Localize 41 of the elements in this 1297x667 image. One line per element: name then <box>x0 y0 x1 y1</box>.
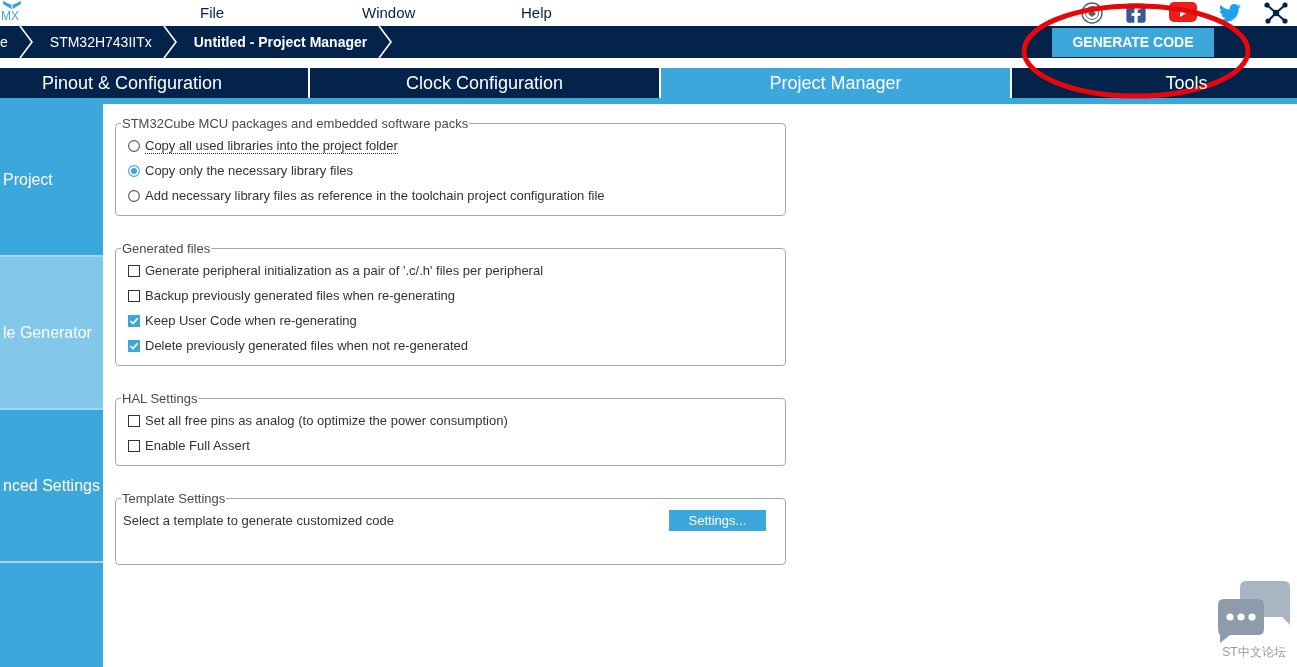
breadcrumb-item[interactable]: e <box>0 34 8 50</box>
option-label[interactable]: Generate peripheral initialization as a pair of '.c/.h' files per peripheral <box>145 262 544 279</box>
option-label[interactable]: Backup previously generated files when re-generating <box>145 287 456 304</box>
option-label[interactable]: Keep User Code when re-generating <box>145 312 357 329</box>
group-title: Template Settings <box>121 491 227 506</box>
checkbox[interactable] <box>128 314 140 327</box>
group-title: STM32Cube MCU packages and embedded software packs <box>121 116 470 131</box>
radio-button[interactable] <box>128 164 140 177</box>
option-label[interactable]: Enable Full Assert <box>145 437 250 454</box>
group-title: Generated files <box>121 241 212 256</box>
tab[interactable]: Clock Configuration <box>310 68 659 98</box>
square-logo-icon[interactable] <box>1125 2 1147 24</box>
option-label[interactable]: Copy all used libraries into the project folder <box>145 137 398 154</box>
checkbox[interactable] <box>128 289 140 302</box>
menu-item[interactable]: Help <box>521 4 552 21</box>
checkbox[interactable] <box>128 439 140 452</box>
bird-icon[interactable] <box>1219 2 1241 24</box>
radio-button[interactable] <box>128 139 140 152</box>
radio-button[interactable] <box>128 189 140 202</box>
option-label[interactable]: Delete previously generated files when not re-generated <box>145 337 469 354</box>
checkbox[interactable] <box>128 339 140 352</box>
breadcrumb-item[interactable]: STM32H743IITx <box>49 34 152 50</box>
network-icon[interactable] <box>1263 2 1289 24</box>
breadcrumb-item[interactable]: Untitled - Project Manager <box>193 34 368 50</box>
option-label[interactable]: Set all free pins as analog (to optimize the power consumption) <box>145 412 508 429</box>
logo-text: MX <box>1 10 19 23</box>
chat-bubbles-icon[interactable] <box>1218 581 1290 643</box>
chat-widget-label: ST中文论坛 <box>1222 645 1286 659</box>
template-description: Select a template to generate customized code <box>123 512 394 529</box>
menu-item[interactable]: Window <box>362 4 416 21</box>
group-title: HAL Settings <box>121 391 199 406</box>
chevron-icon <box>18 26 33 58</box>
checkbox[interactable] <box>128 414 140 427</box>
seal-icon[interactable] <box>1081 2 1103 24</box>
option-label[interactable]: Add necessary library files as reference in the toolchain project configuration file <box>145 187 605 204</box>
option-label[interactable]: Copy only the necessary library files <box>145 162 354 179</box>
checkbox[interactable] <box>128 264 140 277</box>
chevron-icon <box>378 26 393 58</box>
chevron-icon <box>162 26 177 58</box>
tab[interactable]: Pinout & Configuration <box>0 68 308 98</box>
menu-item[interactable]: File <box>200 4 225 21</box>
